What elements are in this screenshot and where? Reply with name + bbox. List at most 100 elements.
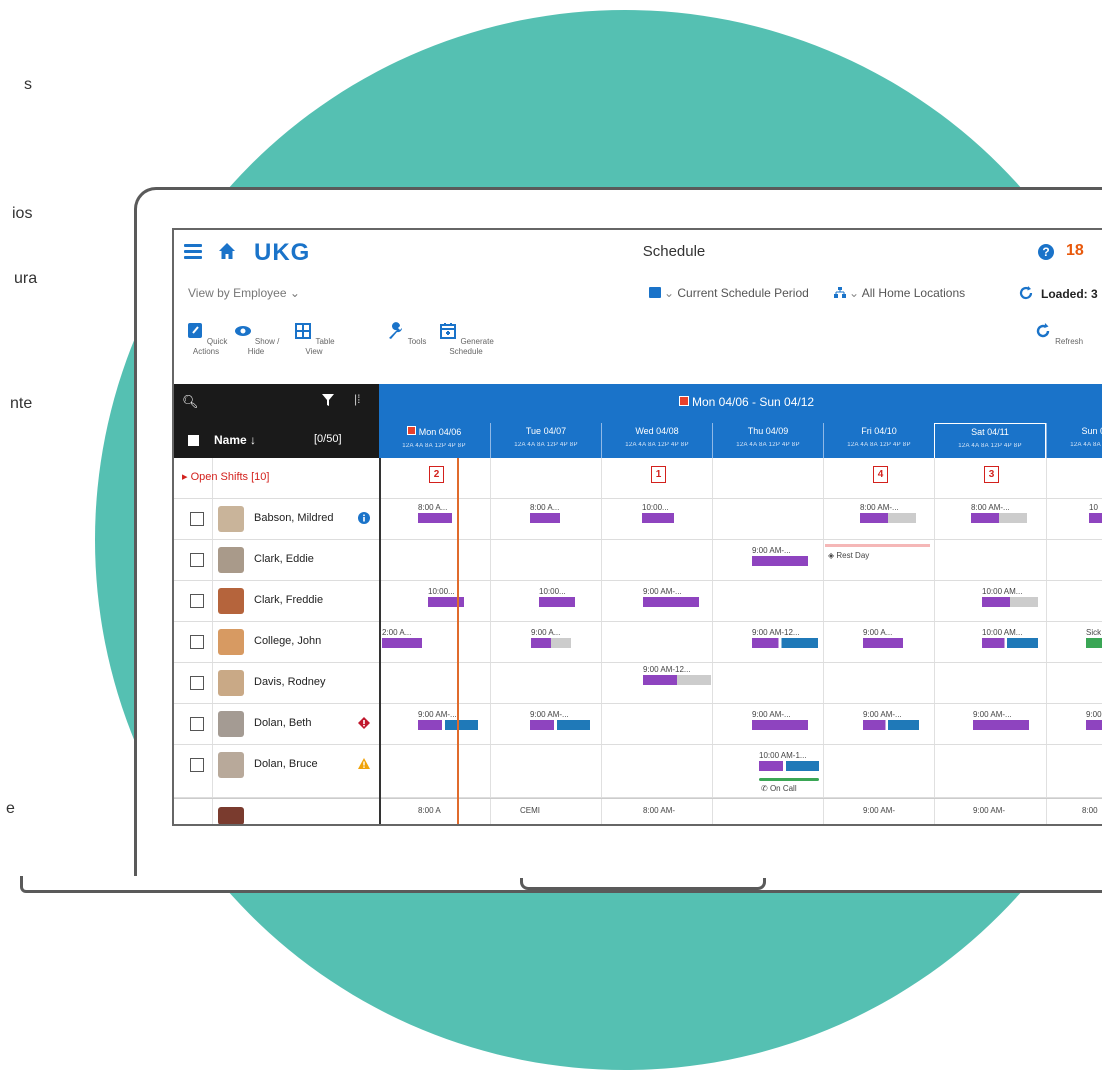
shift-block[interactable]: 8:00 AM-... <box>860 503 916 523</box>
shift-block[interactable]: 9:00 AM-... <box>863 710 919 730</box>
shift-time: 10:00 AM-1... <box>759 751 807 760</box>
employee-name[interactable]: Babson, Mildred <box>254 512 334 524</box>
day-label-fri: Fri 04/10 <box>861 426 897 436</box>
employee-name[interactable]: Dolan, Bruce <box>254 758 318 770</box>
open-shift-count-mon[interactable]: 2 <box>429 466 444 483</box>
shift-block[interactable]: 8:00 A <box>418 806 441 815</box>
shift-block[interactable]: 8:00 AM-... <box>971 503 1027 523</box>
sync-icon[interactable] <box>1019 286 1033 300</box>
shift-block[interactable]: 9:00 AM-12... <box>643 665 711 685</box>
shift-block[interactable]: 9:00 A... <box>863 628 903 648</box>
day-header-wed[interactable]: Wed 04/08 12A 4A 8A 12P 4P 8P <box>601 423 712 458</box>
shift-block[interactable]: 9:00 AM-12... <box>752 628 818 648</box>
employee-row[interactable]: Dolan, Beth 9:00 AM-... 9:00 AM-... 9:00… <box>174 704 1102 745</box>
open-shift-count-sat[interactable]: 3 <box>984 466 999 483</box>
warning-icon[interactable] <box>358 758 370 770</box>
shift-block[interactable]: 9:00 AM-... <box>973 710 1029 730</box>
tools-button[interactable]: Tools <box>378 322 434 347</box>
shift-time: 9:00 AM-... <box>863 710 902 719</box>
table-view-button[interactable]: Table View <box>286 322 342 357</box>
column-split-icon[interactable]: |⁞ <box>354 392 360 406</box>
open-shift-count-fri[interactable]: 4 <box>873 466 888 483</box>
employee-name[interactable]: Clark, Eddie <box>254 553 314 565</box>
info-icon[interactable] <box>358 512 370 524</box>
employee-row[interactable]: Clark, Eddie 9:00 AM-... ◈ Rest Day <box>174 540 1102 581</box>
row-checkbox[interactable] <box>190 594 204 608</box>
name-sort-label[interactable]: Name ↓ <box>214 433 256 447</box>
shift-block[interactable]: 8:00 AM- <box>643 806 675 815</box>
employee-row[interactable]: Davis, Rodney 9:00 AM-12... <box>174 663 1102 704</box>
day-header-mon[interactable]: Mon 04/06 12A 4A 8A 12P 4P 8P <box>379 423 489 458</box>
employee-row[interactable]: College, John 2:00 A... 9:00 A... 9:00 A… <box>174 622 1102 663</box>
shift-block[interactable]: 9:00 <box>1086 710 1102 730</box>
employee-name[interactable]: Dolan, Beth <box>254 717 311 729</box>
rest-day-label[interactable]: ◈ Rest Day <box>828 551 869 560</box>
refresh-button[interactable]: Refresh <box>1030 322 1086 347</box>
home-icon[interactable] <box>218 242 236 260</box>
shift-block[interactable]: 10:00... <box>539 587 575 607</box>
day-header-thu[interactable]: Thu 04/09 12A 4A 8A 12P 4P 8P <box>712 423 823 458</box>
shift-block[interactable]: 9:00 AM-... <box>418 710 478 730</box>
shift-block[interactable]: 9:00 AM-... <box>752 710 808 730</box>
shift-time: 9:00 AM- <box>973 806 1006 815</box>
row-checkbox[interactable] <box>190 635 204 649</box>
open-shift-count-wed[interactable]: 1 <box>651 466 666 483</box>
employee-row[interactable]: Babson, Mildred 8:00 A... 8:00 A... 10:0… <box>174 499 1102 540</box>
view-by-dropdown[interactable]: View by Employee ⌄ <box>188 286 300 300</box>
shift-block[interactable]: 9:00 AM-... <box>530 710 590 730</box>
filter-icon[interactable] <box>322 394 334 406</box>
day-header-sun[interactable]: Sun 04/12 12A 4A 8A 12P 4P 8P <box>1046 423 1102 458</box>
shift-time: 8:00 AM- <box>643 806 676 815</box>
hamburger-menu-icon[interactable] <box>184 244 202 259</box>
on-call-label[interactable]: ✆ On Call <box>761 784 797 793</box>
row-checkbox[interactable] <box>190 717 204 731</box>
day-header-fri[interactable]: Fri 04/10 12A 4A 8A 12P 4P 8P <box>823 423 934 458</box>
shift-block[interactable]: 9:00 AM- <box>863 806 895 815</box>
shift-block[interactable]: 10:00 AM... <box>982 587 1038 607</box>
day-header-sat[interactable]: Sat 04/11 12A 4A 8A 12P 4P 8P <box>934 423 1046 459</box>
row-checkbox[interactable] <box>190 758 204 772</box>
shift-block[interactable]: 10:00... <box>642 503 674 523</box>
employee-name[interactable]: Clark, Freddie <box>254 594 323 606</box>
employee-name[interactable]: Davis, Rodney <box>254 676 326 688</box>
alert-diamond-icon[interactable] <box>358 717 370 729</box>
shift-block[interactable]: 10:00 AM-1... <box>759 751 819 771</box>
shift-block[interactable]: 9:00 AM-... <box>643 587 699 607</box>
show-hide-button[interactable]: Show / Hide <box>228 322 284 357</box>
locations-selector[interactable]: ⌄ All Home Locations <box>834 286 965 300</box>
shift-block[interactable]: 8:00 A... <box>418 503 452 523</box>
shift-block[interactable]: 9:00 A... <box>531 628 571 648</box>
select-all-checkbox[interactable] <box>188 435 199 446</box>
shift-block[interactable]: 8:00 <box>1082 806 1098 815</box>
help-icon[interactable]: ? <box>1038 244 1054 260</box>
quick-actions-button[interactable]: Quick Actions <box>178 322 234 357</box>
chevron-down-icon: ⌄ <box>849 286 862 300</box>
search-icon[interactable]: 🔍︎ <box>182 394 199 410</box>
shift-time: 10:00 AM... <box>982 587 1023 596</box>
shift-block[interactable]: 8:00 A... <box>530 503 560 523</box>
shift-time: 9:00 AM-... <box>418 710 457 719</box>
shift-block[interactable]: 9:00 AM-... <box>752 546 808 566</box>
row-checkbox[interactable] <box>190 512 204 526</box>
shift-block[interactable]: Sick <box>1086 628 1102 648</box>
shift-block[interactable]: 10:00 AM... <box>982 628 1038 648</box>
employee-row[interactable]: Clark, Freddie 10:00... 10:00... 9:00 AM… <box>174 581 1102 622</box>
table-icon <box>295 323 312 339</box>
shift-time: 10:00 AM... <box>982 628 1023 637</box>
notification-count[interactable]: 18 <box>1066 242 1084 260</box>
shift-block[interactable]: 9:00 AM- <box>973 806 1005 815</box>
row-checkbox[interactable] <box>190 553 204 567</box>
shift-block[interactable]: 2:00 A... <box>382 628 422 648</box>
employee-name[interactable]: College, John <box>254 635 321 647</box>
shift-block[interactable]: 10 <box>1089 503 1102 523</box>
day-header-tue[interactable]: Tue 04/07 12A 4A 8A 12P 4P 8P <box>490 423 601 458</box>
schedule-period-selector[interactable]: ⌄ Current Schedule Period <box>649 286 809 300</box>
employee-row[interactable]: 8:00 A CEMI 8:00 AM- 9:00 AM- 9:00 AM- 8… <box>174 798 1102 824</box>
employee-row[interactable]: Dolan, Bruce 10:00 AM-1... ✆ On Call <box>174 745 1102 798</box>
avatar <box>218 752 244 778</box>
open-shifts-toggle[interactable]: ▸ Open Shifts [10] <box>182 470 269 483</box>
shift-block[interactable]: CEMI <box>520 806 540 815</box>
avatar <box>218 807 244 824</box>
generate-schedule-button[interactable]: Generate Schedule <box>438 322 494 357</box>
row-checkbox[interactable] <box>190 676 204 690</box>
